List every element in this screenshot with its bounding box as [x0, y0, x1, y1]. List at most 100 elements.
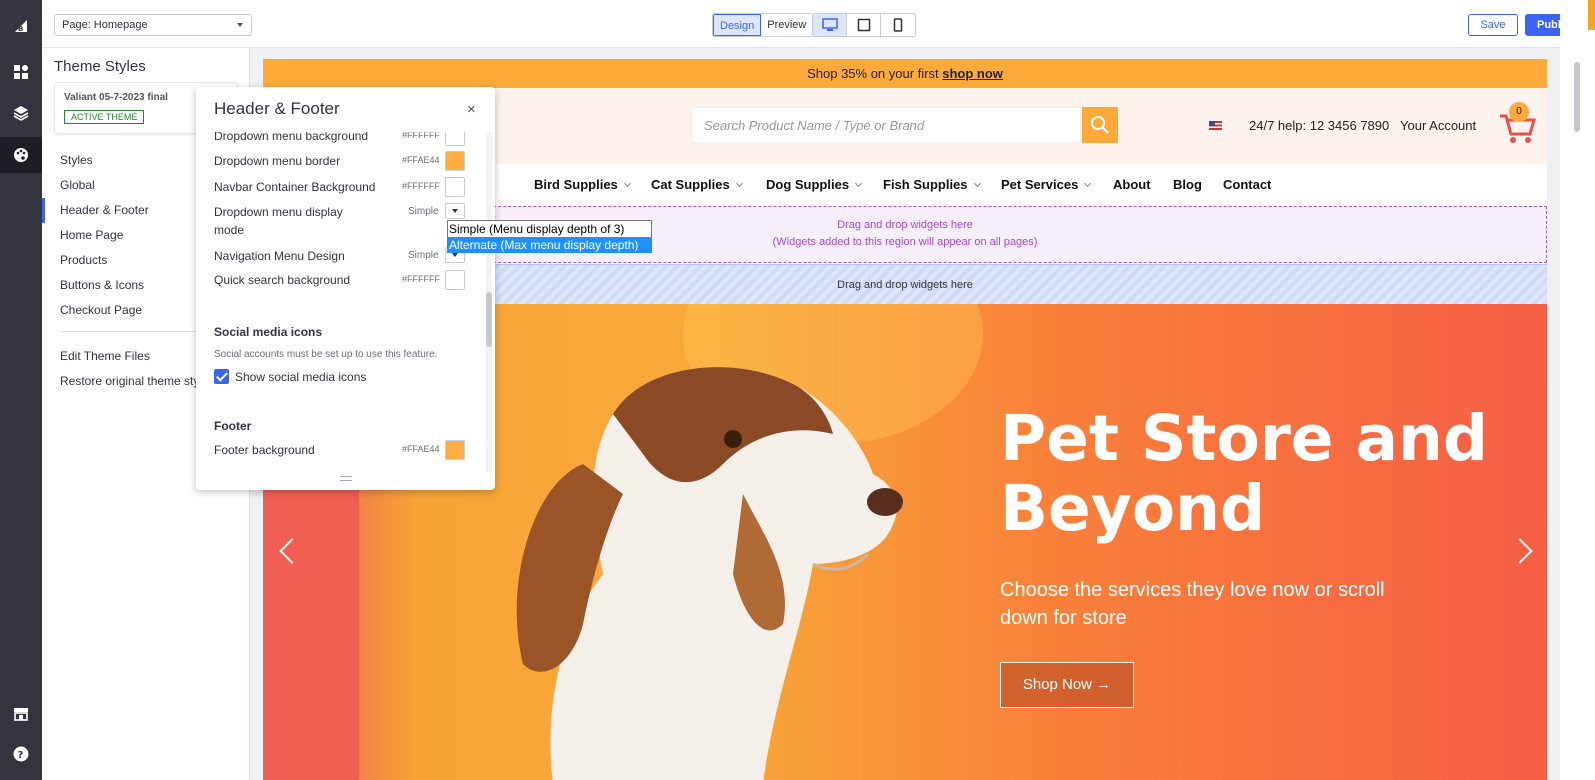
- mobile-icon: [893, 18, 903, 32]
- dog-photo: [516, 367, 903, 780]
- shop-now-button[interactable]: Shop Now →: [1000, 662, 1134, 708]
- setting-dropdown-menu-background: Dropdown menu background #FFFFFF: [214, 132, 468, 146]
- active-theme-badge: ACTIVE THEME: [64, 110, 145, 124]
- nav-item-fish-supplies[interactable]: Fish Supplies: [883, 177, 981, 192]
- nav-label: Dog Supplies: [766, 177, 850, 192]
- display-mode-select[interactable]: [445, 203, 465, 219]
- us-flag-icon[interactable]: [1209, 121, 1222, 130]
- setting-label: Navigation Menu Design: [214, 249, 345, 263]
- nav-label: Cat Supplies: [651, 177, 730, 192]
- color-hex[interactable]: #FFFFFF: [402, 132, 440, 140]
- nav-label: Fish Supplies: [883, 177, 968, 192]
- setting-quick-search-background: Quick search background #FFFFFF: [214, 270, 468, 290]
- promo-link[interactable]: shop now: [942, 66, 1003, 81]
- nav-item-about[interactable]: About: [1113, 177, 1151, 192]
- palette-icon[interactable]: [0, 137, 42, 173]
- social-section-title: Social media icons: [214, 325, 323, 339]
- hero-subtitle: Choose the services they love now or scr…: [1000, 579, 1385, 629]
- color-swatch[interactable]: [445, 132, 465, 146]
- theme-name: Valiant 05-7-2023 final: [64, 92, 168, 103]
- footer-section-title: Footer: [214, 419, 252, 433]
- nav-label: Pet Services: [1001, 177, 1079, 192]
- preview-mode-button[interactable]: Preview: [761, 14, 812, 36]
- storefront-icon[interactable]: [0, 696, 42, 732]
- tablet-icon: [857, 18, 870, 32]
- dropdown-option-simple[interactable]: Simple (Menu display depth of 3): [448, 221, 651, 237]
- chevron-down-icon: [623, 179, 631, 188]
- resize-handle[interactable]: [340, 476, 352, 481]
- setting-label: Quick search background: [214, 273, 351, 287]
- left-rail: B ?: [0, 0, 42, 780]
- dashboard-icon[interactable]: [0, 54, 42, 90]
- mobile-view-button[interactable]: [881, 14, 915, 36]
- setting-label: Dropdown menu border: [214, 154, 341, 168]
- app-root: B ? Page: Homepage Design Preview Save P…: [0, 0, 1595, 780]
- color-swatch[interactable]: [445, 440, 465, 460]
- nav-item-blog[interactable]: Blog: [1173, 177, 1202, 192]
- promo-text: Shop 35% on your first: [807, 66, 943, 81]
- editor-title: Header & Footer: [214, 99, 340, 118]
- header-footer-editor: Header & Footer × Dropdown menu backgrou…: [196, 87, 495, 490]
- show-social-icons-checkbox[interactable]: Show social media icons: [214, 369, 366, 384]
- svg-text:?: ?: [18, 750, 24, 761]
- editor-body: Dropdown menu background #FFFFFF Dropdow…: [196, 132, 495, 472]
- page-scrollbar[interactable]: [1560, 0, 1595, 780]
- account-menu[interactable]: Your Account: [1400, 118, 1476, 133]
- color-hex[interactable]: #FFFFFF: [402, 181, 440, 191]
- checkbox-checked-icon[interactable]: [214, 369, 229, 384]
- dropdown-option-alternate[interactable]: Alternate (Max menu display depth): [448, 237, 651, 253]
- svg-text:B: B: [18, 25, 23, 33]
- nav-item-pet-services[interactable]: Pet Services: [1001, 177, 1092, 192]
- color-swatch[interactable]: [445, 177, 465, 197]
- nav-label: Bird Supplies: [534, 177, 618, 192]
- setting-label: Navbar Container Background: [214, 180, 376, 194]
- desktop-view-button[interactable]: [813, 14, 847, 36]
- help-phone: 24/7 help: 12 3456 7890: [1249, 118, 1390, 133]
- color-swatch[interactable]: [445, 270, 465, 290]
- select-value: Simple: [408, 250, 439, 261]
- top-bar: Page: Homepage Design Preview Save Publi…: [42, 0, 1595, 48]
- nav-item-bird-supplies[interactable]: Bird Supplies: [534, 177, 631, 192]
- bigcommerce-logo-icon[interactable]: B: [0, 8, 42, 44]
- color-swatch[interactable]: [445, 151, 465, 171]
- nav-item-dog-supplies[interactable]: Dog Supplies: [766, 177, 863, 192]
- mode-toggle: Design Preview: [712, 13, 814, 37]
- design-mode-button[interactable]: Design: [713, 14, 762, 36]
- scrollbar-thumb[interactable]: [1574, 62, 1580, 132]
- chevron-down-icon: [1084, 179, 1092, 188]
- help-icon[interactable]: ?: [0, 736, 42, 772]
- setting-dropdown-menu-border: Dropdown menu border #FFAE44: [214, 151, 468, 171]
- setting-footer-background: Footer background #FFAE44: [214, 440, 468, 460]
- desktop-icon: [821, 18, 838, 31]
- store-search-button[interactable]: [1082, 107, 1118, 143]
- nav-item-cat-supplies[interactable]: Cat Supplies: [651, 177, 743, 192]
- setting-navbar-container-background: Navbar Container Background #FFFFFF: [214, 177, 468, 197]
- chevron-down-icon: [973, 179, 981, 188]
- color-hex[interactable]: #FFFFFF: [402, 274, 440, 284]
- checkbox-label: Show social media icons: [235, 370, 367, 384]
- page-select-value: Page: Homepage: [62, 19, 148, 31]
- editor-scrollbar[interactable]: [486, 132, 492, 472]
- chevron-down-icon: [855, 179, 863, 188]
- save-button[interactable]: Save: [1468, 14, 1518, 36]
- nav-item-contact[interactable]: Contact: [1223, 177, 1271, 192]
- select-value: Simple: [408, 206, 439, 217]
- sidebar-divider: [60, 331, 196, 332]
- setting-dropdown-display-mode: Dropdown menu display mode Simple: [214, 203, 468, 241]
- page-select[interactable]: Page: Homepage: [54, 14, 252, 36]
- setting-label: Dropdown menu display: [214, 205, 343, 219]
- setting-navigation-menu-design: Navigation Menu Design Simple: [214, 247, 468, 263]
- tablet-view-button[interactable]: [847, 14, 881, 36]
- display-mode-dropdown-list: Simple (Menu display depth of 3) Alterna…: [447, 220, 652, 253]
- editor-scrollbar-thumb[interactable]: [486, 292, 492, 347]
- color-hex[interactable]: #FFAE44: [402, 155, 440, 165]
- setting-label: Dropdown menu background: [214, 132, 369, 143]
- sidebar-title: Theme Styles: [54, 58, 146, 75]
- promo-bar: Shop 35% on your first shop now: [263, 59, 1547, 88]
- layers-icon[interactable]: [0, 95, 42, 131]
- social-section-note: Social accounts must be set up to use th…: [214, 349, 438, 360]
- color-hex[interactable]: #FFAE44: [402, 444, 440, 454]
- store-search-input[interactable]: Search Product Name / Type or Brand: [691, 107, 1081, 143]
- close-icon[interactable]: ×: [467, 101, 476, 118]
- cart-count-badge: 0: [1509, 102, 1529, 122]
